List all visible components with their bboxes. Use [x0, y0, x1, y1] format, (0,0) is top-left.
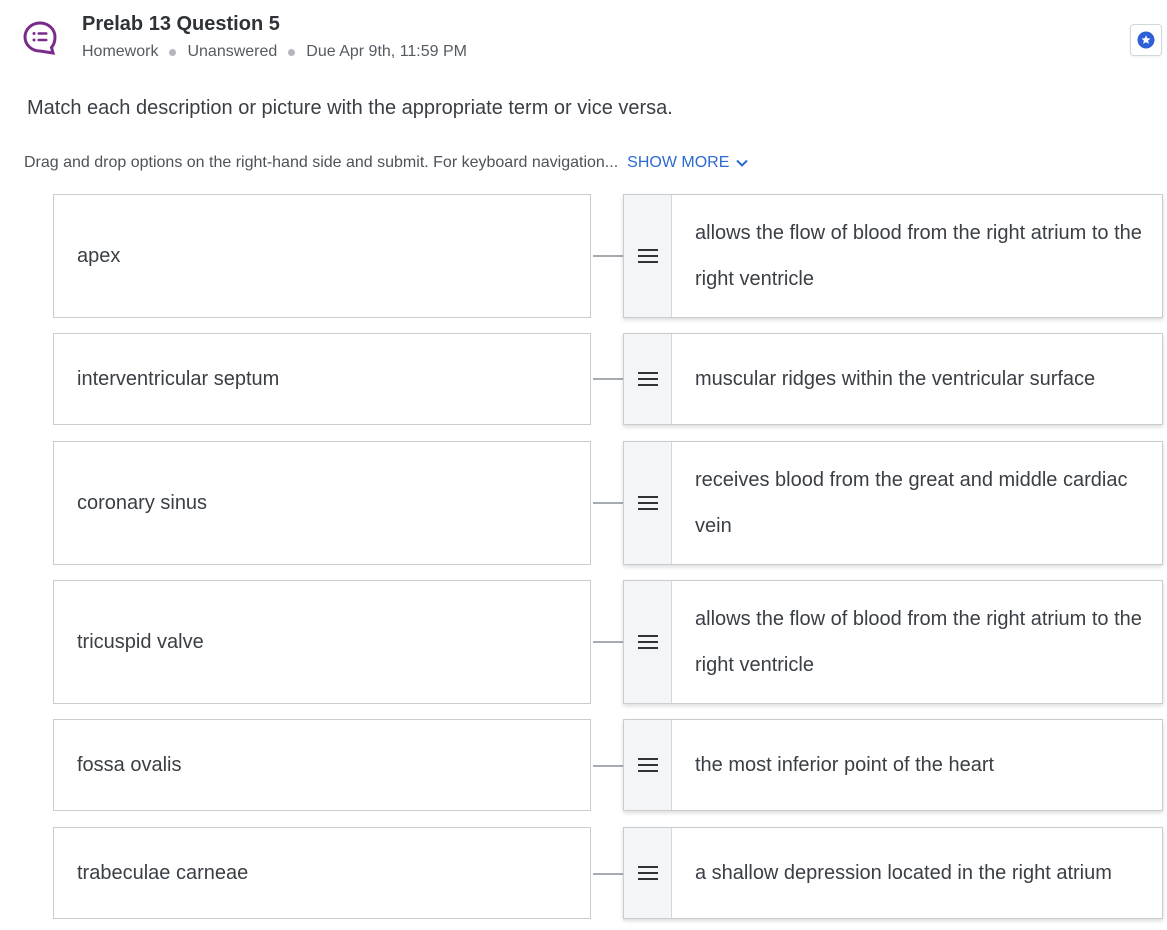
term-box: interventricular septum: [53, 333, 591, 425]
drag-handle[interactable]: [624, 720, 672, 810]
question-header: Prelab 13 Question 5 Homework Unanswered…: [0, 0, 1167, 80]
drag-handle[interactable]: [624, 195, 672, 317]
connector-line: [593, 502, 623, 504]
term-box: apex: [53, 194, 591, 318]
draggable-answer-card[interactable]: allows the flow of blood from the right …: [623, 580, 1163, 704]
connector-line: [593, 765, 623, 767]
drag-handle-icon: [637, 758, 658, 772]
connector-line: [593, 378, 623, 380]
question-instruction: Match each description or picture with t…: [27, 97, 673, 119]
hint-text: Drag and drop options on the right-hand …: [24, 154, 619, 171]
drag-handle-icon: [637, 249, 658, 263]
draggable-answer-card[interactable]: allows the flow of blood from the right …: [623, 194, 1163, 318]
connector-line: [593, 255, 623, 257]
drag-handle[interactable]: [624, 442, 672, 564]
term-box: trabeculae carneae: [53, 827, 591, 919]
drag-handle-icon: [637, 496, 658, 510]
answer-text: allows the flow of blood from the right …: [695, 222, 1142, 290]
drag-handle-icon: [637, 372, 658, 386]
drag-handle[interactable]: [624, 581, 672, 703]
term-label: trabeculae carneae: [77, 861, 249, 884]
drag-handle[interactable]: [624, 334, 672, 424]
drag-handle[interactable]: [624, 828, 672, 918]
draggable-answer-card[interactable]: a shallow depression located in the righ…: [623, 827, 1163, 919]
show-more-link[interactable]: SHOW MORE: [627, 154, 749, 172]
term-label: tricuspid valve: [77, 630, 204, 653]
draggable-answer-card[interactable]: muscular ridges within the ventricular s…: [623, 333, 1163, 425]
meta-status: Unanswered: [187, 43, 278, 60]
connector-line: [593, 873, 623, 875]
question-title: Prelab 13 Question 5: [82, 13, 280, 35]
answer-text: receives blood from the great and middle…: [695, 469, 1128, 537]
meta-separator: [288, 48, 296, 56]
draggable-answer-card[interactable]: receives blood from the great and middle…: [623, 441, 1163, 565]
drag-handle-icon: [637, 635, 658, 649]
meta-separator: [169, 48, 177, 56]
drag-drop-hint: Drag and drop options on the right-hand …: [24, 154, 749, 172]
term-label: fossa ovalis: [77, 753, 182, 776]
chevron-down-icon: [736, 159, 749, 167]
star-icon: [1137, 31, 1155, 49]
term-box: coronary sinus: [53, 441, 591, 565]
connector-line: [593, 641, 623, 643]
term-label: coronary sinus: [77, 491, 208, 514]
chat-list-icon: [22, 20, 58, 56]
term-box: fossa ovalis: [53, 719, 591, 811]
term-label: apex: [77, 244, 121, 267]
meta-due-date: Due Apr 9th, 11:59 PM: [306, 43, 467, 60]
answer-text: a shallow depression located in the righ…: [695, 862, 1112, 884]
term-label: interventricular septum: [77, 367, 280, 390]
draggable-answer-card[interactable]: the most inferior point of the heart: [623, 719, 1163, 811]
answer-text: muscular ridges within the ventricular s…: [695, 368, 1096, 390]
question-meta: Homework Unanswered Due Apr 9th, 11:59 P…: [82, 43, 467, 61]
show-more-label: SHOW MORE: [627, 154, 730, 171]
favorite-button[interactable]: [1130, 24, 1162, 56]
term-box: tricuspid valve: [53, 580, 591, 704]
answer-text: the most inferior point of the heart: [695, 754, 995, 776]
meta-type: Homework: [82, 43, 159, 60]
drag-handle-icon: [637, 866, 658, 880]
answer-text: allows the flow of blood from the right …: [695, 608, 1142, 676]
